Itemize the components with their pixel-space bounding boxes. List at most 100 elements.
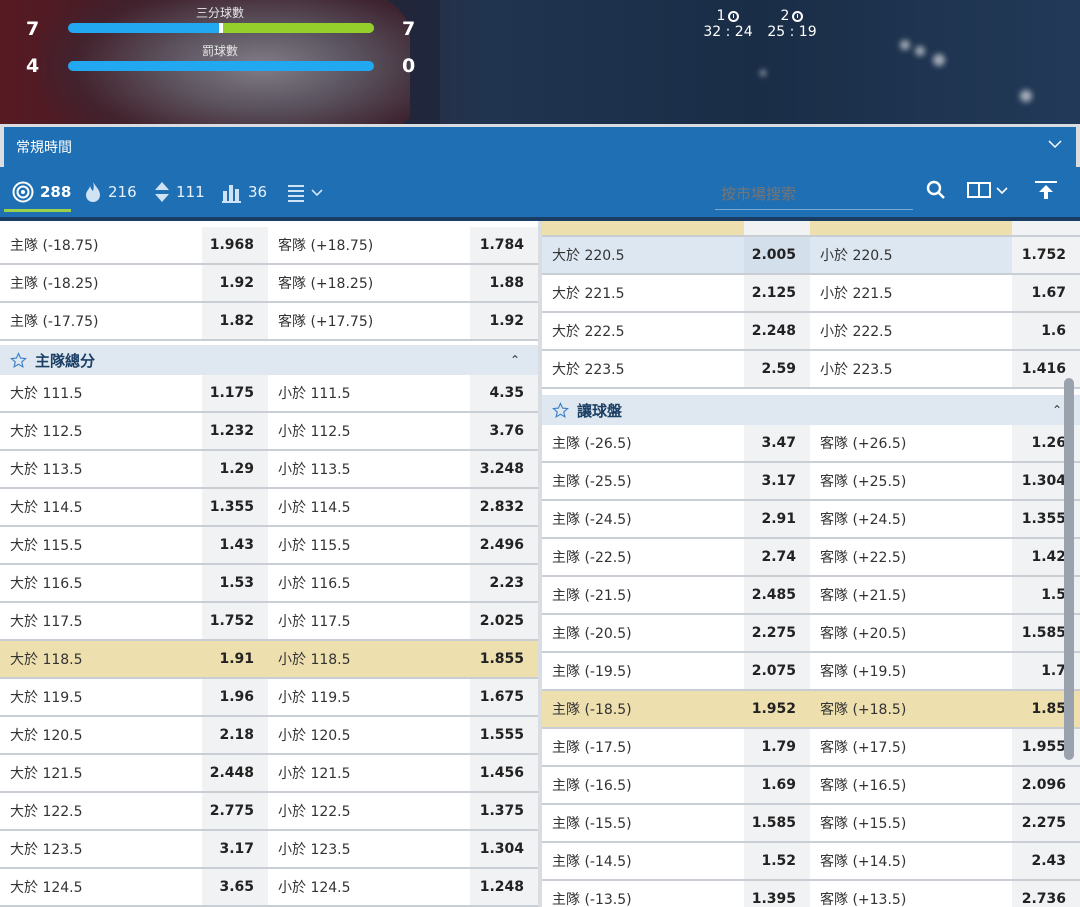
selection-odds[interactable]: 1.232 bbox=[202, 413, 268, 449]
selection-odds[interactable]: 2.125 bbox=[744, 275, 810, 311]
selection-name[interactable]: 小於 222.5 bbox=[810, 313, 1012, 349]
selection-odds[interactable]: 2.496 bbox=[470, 527, 538, 563]
tab-popular[interactable]: 216 bbox=[84, 179, 137, 205]
selection-name[interactable]: 主隊 (-18.25) bbox=[0, 265, 202, 301]
selection-odds[interactable]: 1.555 bbox=[470, 717, 538, 753]
selection-name[interactable]: 客隊 (+18.75) bbox=[268, 227, 470, 263]
selection-odds[interactable]: 2.736 bbox=[1012, 881, 1080, 907]
selection-name[interactable]: 大於 113.5 bbox=[0, 451, 202, 487]
selection-odds[interactable]: 1.395 bbox=[744, 881, 810, 907]
selection-name[interactable]: 小於 111.5 bbox=[268, 375, 470, 411]
selection-odds[interactable]: 1.248 bbox=[470, 869, 538, 905]
selection-name[interactable]: 主隊 (-26.5) bbox=[542, 425, 744, 461]
selection-odds[interactable]: 3.17 bbox=[744, 463, 810, 499]
selection-odds[interactable]: 1.92 bbox=[202, 265, 268, 301]
star-icon[interactable] bbox=[552, 401, 569, 419]
selection-name[interactable]: 小於 114.5 bbox=[268, 489, 470, 525]
market-section-header[interactable]: 讓球盤 ⌃ bbox=[542, 395, 1080, 425]
selection-odds[interactable]: 2.275 bbox=[1012, 805, 1080, 841]
selection-odds[interactable]: 1.752 bbox=[202, 603, 268, 639]
selection-odds[interactable]: 2.485 bbox=[744, 577, 810, 613]
selection-odds[interactable] bbox=[1012, 221, 1080, 235]
selection-odds[interactable]: 3.248 bbox=[470, 451, 538, 487]
selection-name[interactable]: 大於 116.5 bbox=[0, 565, 202, 601]
selection-name[interactable]: 小於 119.5 bbox=[268, 679, 470, 715]
selection-name[interactable]: 客隊 (+14.5) bbox=[810, 843, 1012, 879]
selection-odds[interactable]: 2.025 bbox=[470, 603, 538, 639]
selection-odds[interactable]: 2.075 bbox=[744, 653, 810, 689]
selection-odds[interactable]: 1.6 bbox=[1012, 313, 1080, 349]
selection-name[interactable]: 客隊 (+15.5) bbox=[810, 805, 1012, 841]
selection-odds[interactable]: 1.752 bbox=[1012, 237, 1080, 273]
selection-odds[interactable]: 1.784 bbox=[470, 227, 538, 263]
selection-name[interactable]: 小於 121.5 bbox=[268, 755, 470, 791]
selection-name[interactable]: 客隊 (+21.5) bbox=[810, 577, 1012, 613]
selection-name[interactable]: 小於 112.5 bbox=[268, 413, 470, 449]
selection-odds[interactable]: 4.35 bbox=[470, 375, 538, 411]
layout-columns-icon[interactable] bbox=[966, 180, 1012, 200]
selection-name[interactable]: 小於 115.5 bbox=[268, 527, 470, 563]
selection-name[interactable]: 小於 113.5 bbox=[268, 451, 470, 487]
selection-name[interactable]: 客隊 (+24.5) bbox=[810, 501, 1012, 537]
selection-name[interactable]: 客隊 (+17.5) bbox=[810, 729, 1012, 765]
selection-odds[interactable]: 1.175 bbox=[202, 375, 268, 411]
star-icon[interactable] bbox=[10, 351, 27, 369]
selection-name[interactable]: 主隊 (-24.5) bbox=[542, 501, 744, 537]
selection-name[interactable]: 大於 117.5 bbox=[0, 603, 202, 639]
selection-name[interactable]: 大於 221.5 bbox=[542, 275, 744, 311]
selection-name[interactable]: 大於 123.5 bbox=[0, 831, 202, 867]
selection-name[interactable]: 小於 223.5 bbox=[810, 351, 1012, 387]
selection-name[interactable]: 大於 115.5 bbox=[0, 527, 202, 563]
selection-name[interactable]: 客隊 (+20.5) bbox=[810, 615, 1012, 651]
selection-odds[interactable]: 2.005 bbox=[744, 237, 810, 273]
selection-name[interactable]: 大於 223.5 bbox=[542, 351, 744, 387]
selection-odds[interactable]: 1.92 bbox=[470, 303, 538, 339]
selection-odds[interactable]: 1.29 bbox=[202, 451, 268, 487]
selection-name[interactable]: 小於 116.5 bbox=[268, 565, 470, 601]
selection-name[interactable]: 主隊 (-15.5) bbox=[542, 805, 744, 841]
selection-odds[interactable]: 1.456 bbox=[470, 755, 538, 791]
selection-odds[interactable]: 2.59 bbox=[744, 351, 810, 387]
scroll-top-icon[interactable] bbox=[1034, 180, 1058, 200]
selection-odds[interactable]: 2.775 bbox=[202, 793, 268, 829]
selection-odds[interactable]: 1.355 bbox=[202, 489, 268, 525]
selection-odds[interactable]: 3.47 bbox=[744, 425, 810, 461]
selection-odds[interactable]: 1.67 bbox=[1012, 275, 1080, 311]
selection-name[interactable]: 主隊 (-17.75) bbox=[0, 303, 202, 339]
selection-odds[interactable]: 1.968 bbox=[202, 227, 268, 263]
selection-name[interactable]: 主隊 (-25.5) bbox=[542, 463, 744, 499]
selection-name[interactable]: 小於 123.5 bbox=[268, 831, 470, 867]
selection-odds[interactable]: 1.855 bbox=[470, 641, 538, 677]
selection-name[interactable]: 主隊 (-20.5) bbox=[542, 615, 744, 651]
selection-odds[interactable]: 2.275 bbox=[744, 615, 810, 651]
selection-name[interactable]: 小於 122.5 bbox=[268, 793, 470, 829]
selection-name[interactable] bbox=[810, 221, 1012, 235]
tab-stats[interactable]: 36 bbox=[222, 179, 267, 205]
selection-odds[interactable]: 1.304 bbox=[470, 831, 538, 867]
scrollbar[interactable] bbox=[1064, 378, 1074, 760]
selection-odds[interactable]: 2.91 bbox=[744, 501, 810, 537]
selection-name[interactable]: 大於 122.5 bbox=[0, 793, 202, 829]
selection-name[interactable]: 主隊 (-14.5) bbox=[542, 843, 744, 879]
selection-name[interactable]: 客隊 (+26.5) bbox=[810, 425, 1012, 461]
selection-name[interactable]: 大於 124.5 bbox=[0, 869, 202, 905]
selection-name[interactable]: 大於 111.5 bbox=[0, 375, 202, 411]
selection-name[interactable]: 客隊 (+18.5) bbox=[810, 691, 1012, 727]
selection-odds[interactable]: 2.096 bbox=[1012, 767, 1080, 803]
selection-name[interactable]: 大於 222.5 bbox=[542, 313, 744, 349]
selection-odds[interactable]: 1.585 bbox=[744, 805, 810, 841]
selection-name[interactable]: 大於 118.5 bbox=[0, 641, 202, 677]
selection-name[interactable]: 主隊 (-22.5) bbox=[542, 539, 744, 575]
selection-name[interactable]: 客隊 (+17.75) bbox=[268, 303, 470, 339]
selection-name[interactable]: 主隊 (-17.5) bbox=[542, 729, 744, 765]
selection-name[interactable]: 大於 220.5 bbox=[542, 237, 744, 273]
selection-odds[interactable]: 1.79 bbox=[744, 729, 810, 765]
selection-name[interactable]: 小於 221.5 bbox=[810, 275, 1012, 311]
selection-name[interactable]: 主隊 (-18.75) bbox=[0, 227, 202, 263]
selection-name[interactable]: 客隊 (+25.5) bbox=[810, 463, 1012, 499]
selection-name[interactable]: 小於 220.5 bbox=[810, 237, 1012, 273]
tab-all[interactable]: 288 bbox=[12, 179, 71, 205]
selection-name[interactable]: 小於 118.5 bbox=[268, 641, 470, 677]
selection-odds[interactable]: 1.52 bbox=[744, 843, 810, 879]
selection-odds[interactable]: 1.91 bbox=[202, 641, 268, 677]
